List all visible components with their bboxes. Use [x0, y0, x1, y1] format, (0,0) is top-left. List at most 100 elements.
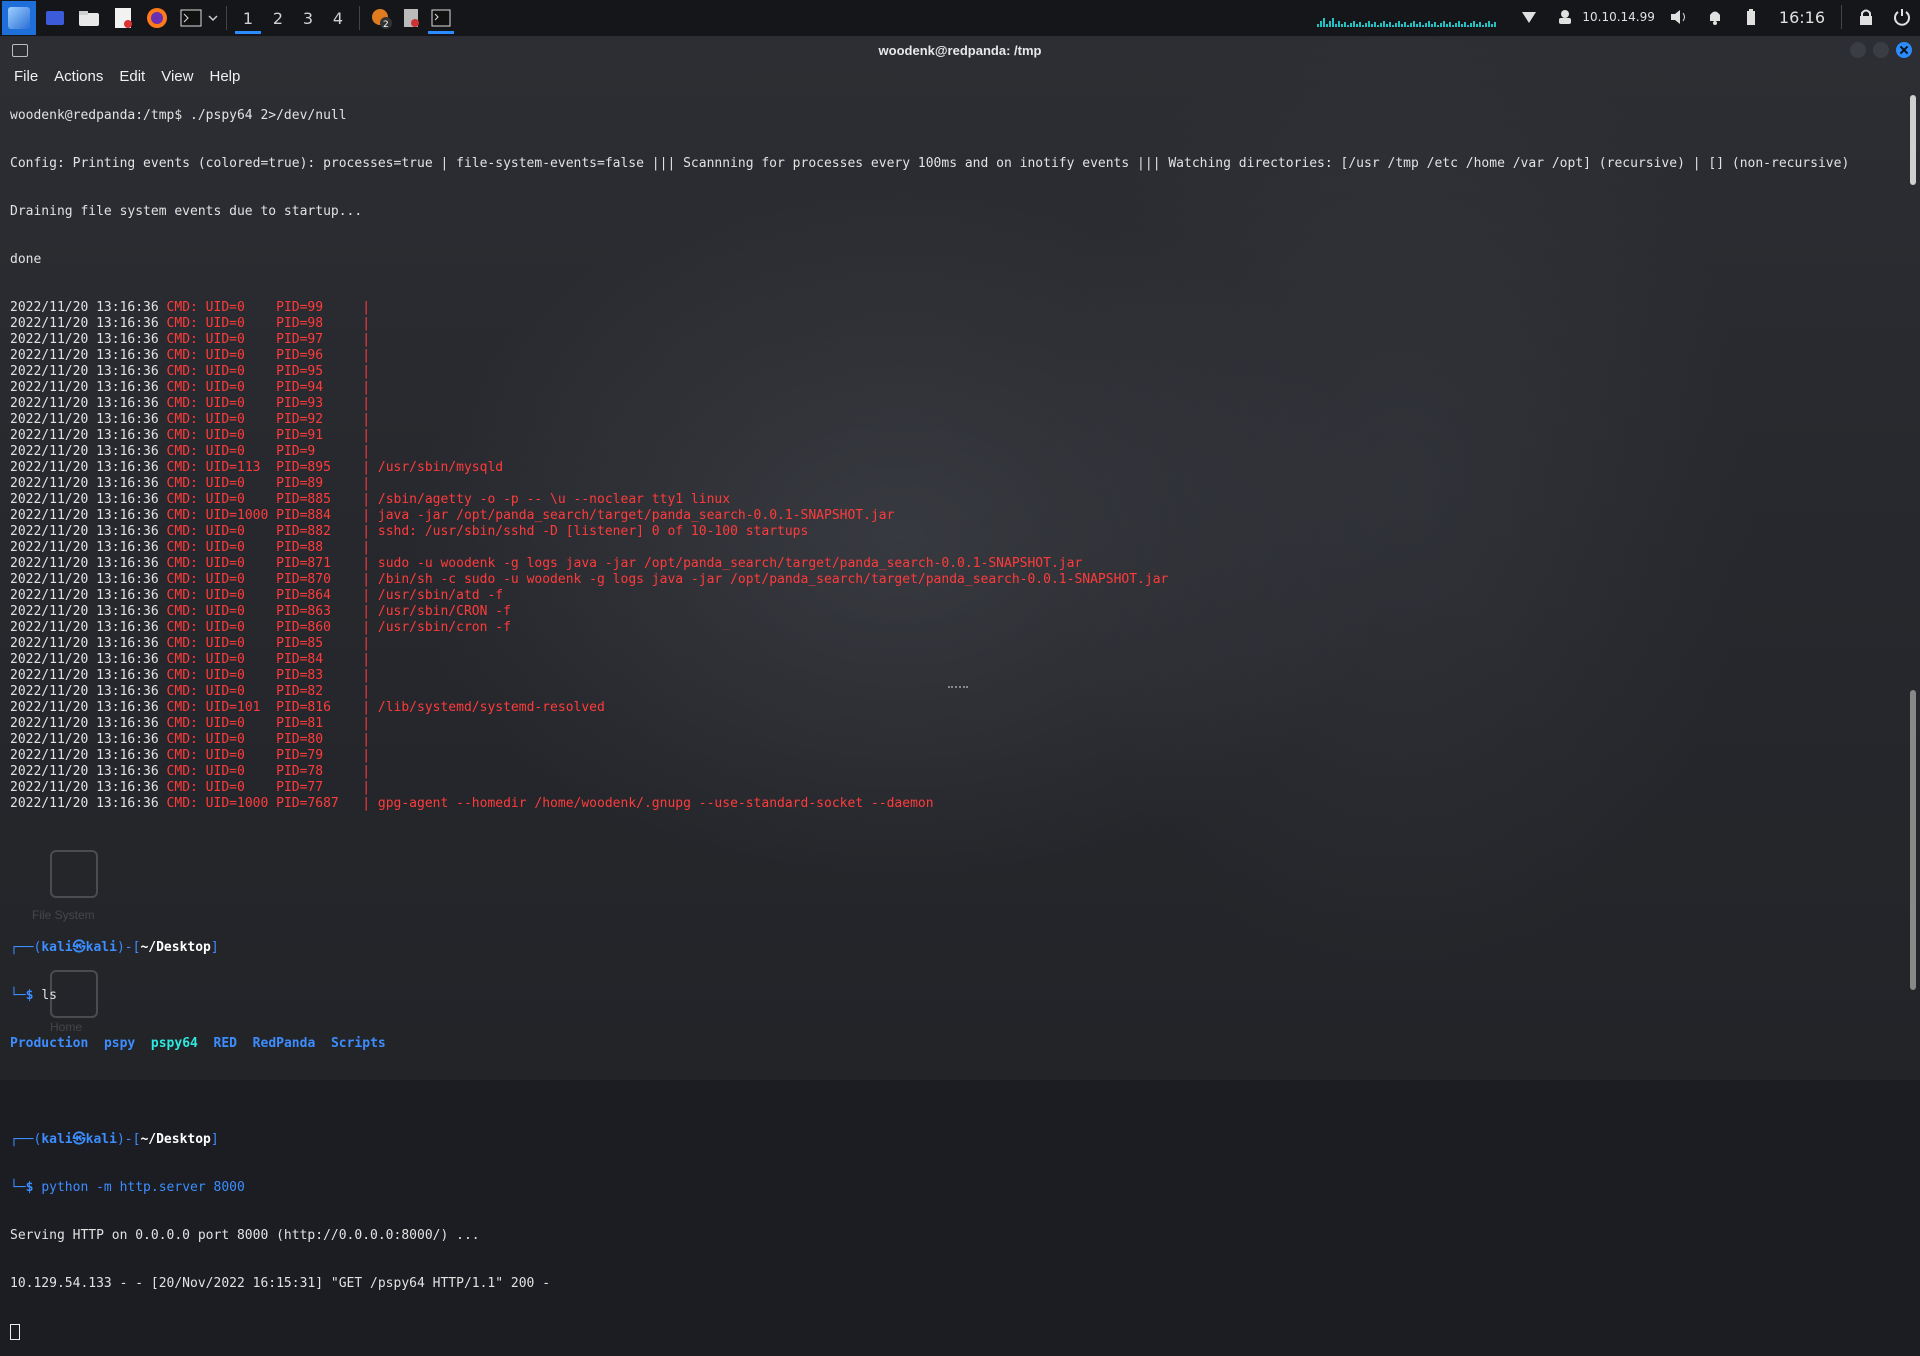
cpu-graph-bar	[1446, 24, 1449, 27]
http-server-output-2: 10.129.54.133 - - [20/Nov/2022 16:15:31]…	[10, 1276, 551, 1291]
cpu-graph-bar	[1362, 25, 1365, 27]
pspy-event-row: 2022/11/20 13:16:36 CMD: UID=0 PID=95 |	[10, 364, 1890, 380]
event-timestamp: 2022/11/20 13:16:36	[10, 316, 159, 331]
ls-output: Production pspy pspy64 RED RedPanda Scri…	[10, 1036, 1890, 1052]
minimize-button[interactable]	[1850, 42, 1866, 58]
task-terminal-icon[interactable]	[426, 1, 456, 35]
kali-menu-button[interactable]	[2, 1, 36, 35]
cpu-graph-bar	[1482, 25, 1485, 27]
cpu-graph-bar	[1344, 22, 1347, 27]
notification-bell-icon[interactable]	[1704, 6, 1726, 28]
event-timestamp: 2022/11/20 13:16:36	[10, 332, 159, 347]
text-editor-icon[interactable]	[108, 3, 138, 33]
event-timestamp: 2022/11/20 13:16:36	[10, 492, 159, 507]
cpu-graph-bar	[1452, 25, 1455, 27]
volume-icon[interactable]	[1668, 6, 1690, 28]
clock[interactable]: 16:16	[1779, 8, 1825, 27]
window-titlebar[interactable]: woodenk@redpanda: /tmp	[0, 37, 1920, 64]
cpu-graph-bar	[1359, 22, 1362, 27]
event-command: CMD: UID=0 PID=93 |	[166, 396, 378, 411]
event-timestamp: 2022/11/20 13:16:36	[10, 508, 159, 523]
event-command: CMD: UID=0 PID=85 |	[166, 636, 378, 651]
event-timestamp: 2022/11/20 13:16:36	[10, 604, 159, 619]
event-command: CMD: UID=0 PID=79 |	[166, 748, 378, 763]
cpu-graph-bar	[1425, 23, 1428, 27]
maximize-button[interactable]	[1873, 42, 1889, 58]
chevron-down-icon[interactable]	[206, 3, 220, 33]
prompt-user: kali	[41, 940, 73, 955]
cpu-graph-bar	[1413, 21, 1416, 27]
task-document-icon[interactable]	[396, 1, 426, 35]
cpu-graph-bar	[1389, 22, 1392, 27]
event-command: CMD: UID=1000 PID=7687 | gpg-agent --hom…	[166, 796, 934, 811]
pspy-event-row: 2022/11/20 13:16:36 CMD: UID=0 PID=78 |	[10, 764, 1890, 780]
cpu-graph-bar	[1329, 21, 1332, 27]
cpu-graph-bar	[1458, 21, 1461, 27]
prompt-host: kali	[85, 940, 117, 955]
lock-screen-icon[interactable]	[1855, 6, 1877, 28]
split-divider[interactable]	[948, 686, 968, 692]
cpu-graph-bar	[1479, 22, 1482, 27]
firefox-icon[interactable]	[142, 3, 172, 33]
pspy-event-row: 2022/11/20 13:16:36 CMD: UID=0 PID=98 |	[10, 316, 1890, 332]
event-command: CMD: UID=0 PID=89 |	[166, 476, 378, 491]
terminal-output[interactable]: woodenk@redpanda:/tmp$ ./pspy64 2>/dev/n…	[10, 76, 1890, 1356]
pspy-event-row: 2022/11/20 13:16:36 CMD: UID=113 PID=895…	[10, 460, 1890, 476]
terminal-cursor	[10, 1324, 20, 1340]
network-icon[interactable]	[1518, 6, 1540, 28]
cpu-graph-bar	[1455, 23, 1458, 27]
workspace-1[interactable]: 1	[233, 1, 263, 35]
cpu-graph-bar	[1428, 21, 1431, 27]
cpu-graph-bar	[1431, 24, 1434, 27]
system-tray: 10.10.14.99 16:16	[1317, 0, 1920, 34]
pspy-event-row: 2022/11/20 13:16:36 CMD: UID=0 PID=94 |	[10, 380, 1890, 396]
panel-separator	[1841, 5, 1842, 29]
window-title: woodenk@redpanda: /tmp	[878, 43, 1042, 58]
power-icon[interactable]	[1891, 6, 1913, 28]
show-desktop-icon[interactable]	[40, 3, 70, 33]
cpu-graph-bar	[1401, 24, 1404, 27]
task-app-icon[interactable]: 2	[366, 1, 396, 35]
cpu-graph-bar	[1332, 18, 1335, 27]
scrollbar-top[interactable]	[1910, 95, 1916, 185]
event-command: CMD: UID=0 PID=882 | sshd: /usr/sbin/ssh…	[166, 524, 809, 539]
cpu-graph-bar	[1392, 25, 1395, 27]
cpu-graph-bar	[1419, 22, 1422, 27]
event-command: CMD: UID=0 PID=870 | /bin/sh -c sudo -u …	[166, 572, 1169, 587]
event-timestamp: 2022/11/20 13:16:36	[10, 684, 159, 699]
cpu-graph-bar	[1494, 22, 1497, 27]
ls-entry: RedPanda	[252, 1036, 316, 1051]
pspy-prompt-line: woodenk@redpanda:/tmp$ ./pspy64 2>/dev/n…	[10, 108, 347, 123]
event-timestamp: 2022/11/20 13:16:36	[10, 588, 159, 603]
close-button[interactable]	[1896, 42, 1912, 58]
command-text: ls	[41, 988, 57, 1003]
scrollbar-bottom[interactable]	[1910, 690, 1916, 990]
pspy-event-row: 2022/11/20 13:16:36 CMD: UID=0 PID=99 |	[10, 300, 1890, 316]
pspy-event-row: 2022/11/20 13:16:36 CMD: UID=0 PID=85 |	[10, 636, 1890, 652]
cpu-graph-bar	[1368, 21, 1371, 27]
cpu-graph-bar	[1434, 22, 1437, 27]
terminal-launcher-icon[interactable]	[176, 3, 206, 33]
event-timestamp: 2022/11/20 13:16:36	[10, 620, 159, 635]
workspace-3[interactable]: 3	[293, 1, 323, 35]
workspace-2[interactable]: 2	[263, 1, 293, 35]
event-timestamp: 2022/11/20 13:16:36	[10, 732, 159, 747]
workspace-4[interactable]: 4	[323, 1, 353, 35]
event-command: CMD: UID=0 PID=96 |	[166, 348, 378, 363]
prompt-dir: ~/Desktop	[140, 1132, 211, 1147]
pspy-done-line: done	[10, 252, 42, 267]
event-timestamp: 2022/11/20 13:16:36	[10, 476, 159, 491]
prompt-dir: ~/Desktop	[140, 940, 211, 955]
event-command: CMD: UID=0 PID=95 |	[166, 364, 378, 379]
pspy-event-row: 2022/11/20 13:16:36 CMD: UID=0 PID=885 |…	[10, 492, 1890, 508]
event-timestamp: 2022/11/20 13:16:36	[10, 300, 159, 315]
cpu-graph-bar	[1356, 24, 1359, 27]
cpu-graph-bar	[1488, 21, 1491, 27]
pspy-event-row: 2022/11/20 13:16:36 CMD: UID=1000 PID=76…	[10, 796, 1890, 812]
pspy-event-row: 2022/11/20 13:16:36 CMD: UID=0 PID=88 |	[10, 540, 1890, 556]
top-panel: 1 2 3 4 2 10.10.14.99 16:16	[0, 0, 1920, 37]
pspy-event-row: 2022/11/20 13:16:36 CMD: UID=0 PID=860 |…	[10, 620, 1890, 636]
battery-icon[interactable]	[1740, 6, 1762, 28]
file-manager-icon[interactable]	[74, 3, 104, 33]
event-timestamp: 2022/11/20 13:16:36	[10, 444, 159, 459]
